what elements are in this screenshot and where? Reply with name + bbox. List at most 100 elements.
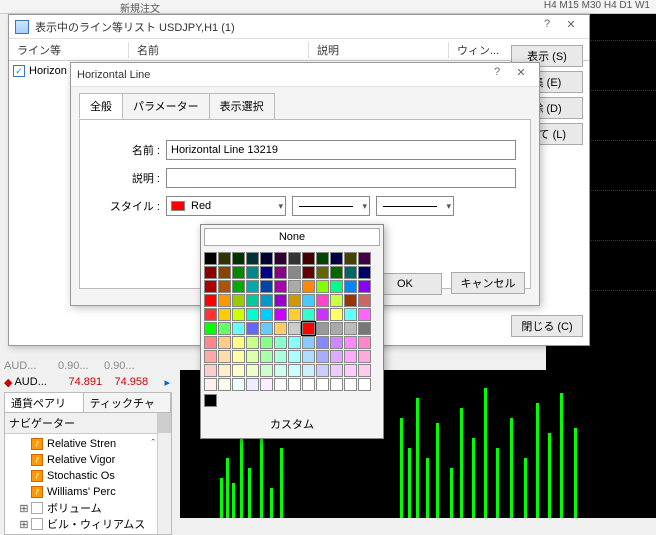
color-swatch[interactable] (218, 252, 231, 265)
color-swatch[interactable] (330, 294, 343, 307)
color-swatch[interactable] (232, 252, 245, 265)
color-swatch[interactable] (302, 364, 315, 377)
row-checkbox[interactable]: ✓ (13, 65, 25, 77)
tree-item[interactable]: fStochastic Os (19, 468, 171, 484)
rate-row[interactable]: ◆ AUD... 74.891 74.958 ▸ (4, 374, 172, 390)
color-swatch[interactable] (246, 378, 259, 391)
color-swatch[interactable] (330, 350, 343, 363)
color-swatch[interactable] (218, 364, 231, 377)
color-swatch[interactable] (358, 252, 371, 265)
color-swatch[interactable] (288, 294, 301, 307)
color-swatch[interactable] (316, 266, 329, 279)
color-swatch[interactable] (358, 308, 371, 321)
color-swatch[interactable] (330, 364, 343, 377)
dialog-titlebar[interactable]: 表示中のライン等リスト USDJPY,H1 (1) ? ✕ (9, 15, 589, 39)
color-swatch[interactable] (232, 336, 245, 349)
color-swatch[interactable] (288, 350, 301, 363)
expand-icon[interactable]: ⊞ (19, 502, 29, 515)
color-swatch[interactable] (274, 378, 287, 391)
color-swatch[interactable] (204, 364, 217, 377)
color-swatch[interactable] (260, 322, 273, 335)
color-swatch[interactable] (218, 336, 231, 349)
color-swatch[interactable] (316, 294, 329, 307)
color-swatch[interactable] (316, 308, 329, 321)
color-swatch[interactable] (302, 252, 315, 265)
color-swatch[interactable] (218, 350, 231, 363)
color-swatch[interactable] (302, 266, 315, 279)
color-swatch[interactable] (288, 252, 301, 265)
col-type[interactable]: ライン等 (9, 42, 129, 58)
color-swatch[interactable] (316, 322, 329, 335)
color-swatch[interactable] (302, 308, 315, 321)
color-swatch[interactable] (330, 322, 343, 335)
color-swatch[interactable] (260, 252, 273, 265)
color-select[interactable]: Red ▾ (166, 196, 286, 216)
color-swatch[interactable] (246, 294, 259, 307)
tree-item[interactable]: ⊞ビル・ウィリアムス (19, 516, 171, 532)
tree-item[interactable]: ⊞ボリューム (19, 500, 171, 516)
name-field[interactable] (166, 140, 516, 160)
color-swatch[interactable] (204, 336, 217, 349)
color-swatch[interactable] (232, 322, 245, 335)
color-swatch[interactable] (246, 350, 259, 363)
color-swatch[interactable] (260, 336, 273, 349)
color-swatch[interactable] (358, 336, 371, 349)
color-swatch[interactable] (288, 322, 301, 335)
help-button[interactable]: ? (485, 66, 509, 84)
color-swatch[interactable] (358, 322, 371, 335)
color-swatch[interactable] (274, 252, 287, 265)
color-swatch[interactable] (358, 378, 371, 391)
color-swatch[interactable] (232, 266, 245, 279)
color-swatch[interactable] (316, 364, 329, 377)
color-swatch[interactable] (204, 378, 217, 391)
color-swatch[interactable] (218, 294, 231, 307)
color-swatch[interactable] (288, 266, 301, 279)
color-none[interactable]: None (204, 228, 380, 246)
color-swatch[interactable] (232, 350, 245, 363)
color-swatch[interactable] (204, 252, 217, 265)
color-swatch[interactable] (344, 266, 357, 279)
color-swatch[interactable] (246, 364, 259, 377)
color-swatch[interactable] (358, 294, 371, 307)
color-swatch[interactable] (344, 308, 357, 321)
color-swatch[interactable] (204, 266, 217, 279)
color-swatch[interactable] (260, 364, 273, 377)
close-icon[interactable]: ✕ (509, 66, 533, 84)
color-swatch[interactable] (260, 378, 273, 391)
color-swatch[interactable] (204, 350, 217, 363)
color-swatch[interactable] (204, 322, 217, 335)
line-style-select[interactable]: ▾ (292, 196, 370, 216)
color-swatch[interactable] (232, 308, 245, 321)
color-swatch[interactable] (274, 364, 287, 377)
tab-visualization[interactable]: 表示選択 (209, 93, 275, 119)
color-swatch[interactable] (274, 280, 287, 293)
color-swatch[interactable] (344, 350, 357, 363)
color-swatch[interactable] (246, 280, 259, 293)
scrollbar[interactable]: ˆ (157, 413, 171, 534)
color-swatch[interactable] (358, 350, 371, 363)
rate-row[interactable]: AUD... 0.90... 0.90... (4, 358, 172, 374)
color-swatch[interactable] (330, 280, 343, 293)
color-swatch[interactable] (232, 378, 245, 391)
tree-item[interactable]: fRelative Strenˆ (19, 436, 171, 452)
color-swatch[interactable] (232, 280, 245, 293)
cancel-button[interactable]: キャンセル (451, 272, 525, 294)
color-swatch[interactable] (274, 336, 287, 349)
color-swatch[interactable] (218, 266, 231, 279)
desc-field[interactable] (166, 168, 516, 188)
color-swatch[interactable] (288, 336, 301, 349)
color-swatch[interactable] (344, 322, 357, 335)
tab-parameters[interactable]: パラメーター (122, 93, 210, 119)
help-button[interactable]: ? (535, 18, 559, 36)
close-button[interactable]: 閉じる (C) (511, 315, 583, 337)
color-swatch[interactable] (344, 280, 357, 293)
color-swatch[interactable] (316, 350, 329, 363)
color-swatch[interactable] (204, 294, 217, 307)
color-swatch[interactable] (274, 294, 287, 307)
color-swatch[interactable] (288, 378, 301, 391)
col-name[interactable]: 名前 (129, 42, 309, 58)
color-swatch[interactable] (246, 308, 259, 321)
color-swatch[interactable] (218, 280, 231, 293)
color-swatch[interactable] (344, 336, 357, 349)
color-swatch[interactable] (274, 266, 287, 279)
